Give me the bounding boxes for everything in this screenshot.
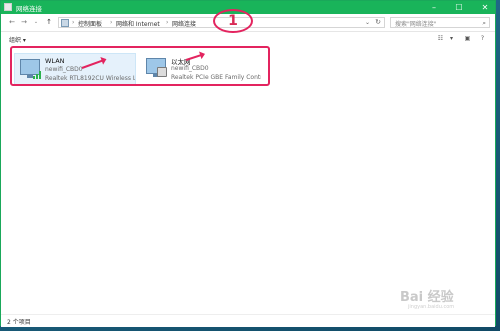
command-bar: 组织 ▾ ☷ ▾ ▣ ? xyxy=(1,32,495,46)
annotation-step-number: 1 xyxy=(213,9,253,33)
baidu-watermark: Bai 经验 jingyan.baidu.com xyxy=(400,286,496,310)
preview-pane-icon[interactable]: ▣ xyxy=(463,35,472,43)
breadcrumb-control-panel[interactable]: 控制面板 xyxy=(78,19,102,28)
search-input[interactable]: 搜索"网络连接" ⌕ xyxy=(390,17,490,28)
search-placeholder: 搜索"网络连接" xyxy=(395,21,437,28)
breadcrumb-network-connections[interactable]: 网络连接 xyxy=(172,19,196,28)
organize-menu[interactable]: 组织 ▾ xyxy=(9,35,26,44)
breadcrumb-separator: › xyxy=(72,19,75,26)
breadcrumb-network-internet[interactable]: 网络和 Internet xyxy=(116,19,160,28)
recent-locations-chevron-icon[interactable]: ⌄ xyxy=(31,17,41,28)
address-history-chevron-icon[interactable]: ⌄ xyxy=(365,19,370,26)
view-options-chevron-icon[interactable]: ▾ xyxy=(447,35,456,43)
breadcrumb-separator: › xyxy=(166,19,169,26)
annotation-highlight-box xyxy=(10,46,270,86)
close-icon[interactable]: ✕ xyxy=(476,1,494,14)
network-connections-icon xyxy=(4,3,12,11)
search-icon[interactable]: ⌕ xyxy=(482,19,486,28)
change-view-icon[interactable]: ☷ xyxy=(436,35,445,43)
control-panel-icon xyxy=(61,19,69,27)
forward-button[interactable]: → xyxy=(19,17,29,28)
help-icon[interactable]: ? xyxy=(478,35,487,43)
status-bar: 2 个项目 xyxy=(1,314,495,327)
watermark-url: jingyan.baidu.com xyxy=(408,304,455,310)
window-title: 网络连接 xyxy=(16,5,42,13)
title-bar[interactable]: 网络连接 – ☐ ✕ xyxy=(1,1,495,14)
adapter-list: WLAN newifi_CBD0 Realtek RTL8192CU Wirel… xyxy=(1,46,495,314)
watermark-text: Bai 经验 xyxy=(400,290,454,305)
refresh-icon[interactable]: ↻ xyxy=(375,18,381,26)
maximize-icon[interactable]: ☐ xyxy=(450,1,468,14)
item-count: 2 个项目 xyxy=(7,319,31,326)
back-button[interactable]: ← xyxy=(7,17,17,28)
minimize-icon[interactable]: – xyxy=(425,1,443,14)
up-button[interactable]: ↑ xyxy=(44,17,54,28)
breadcrumb-separator: › xyxy=(110,19,113,26)
